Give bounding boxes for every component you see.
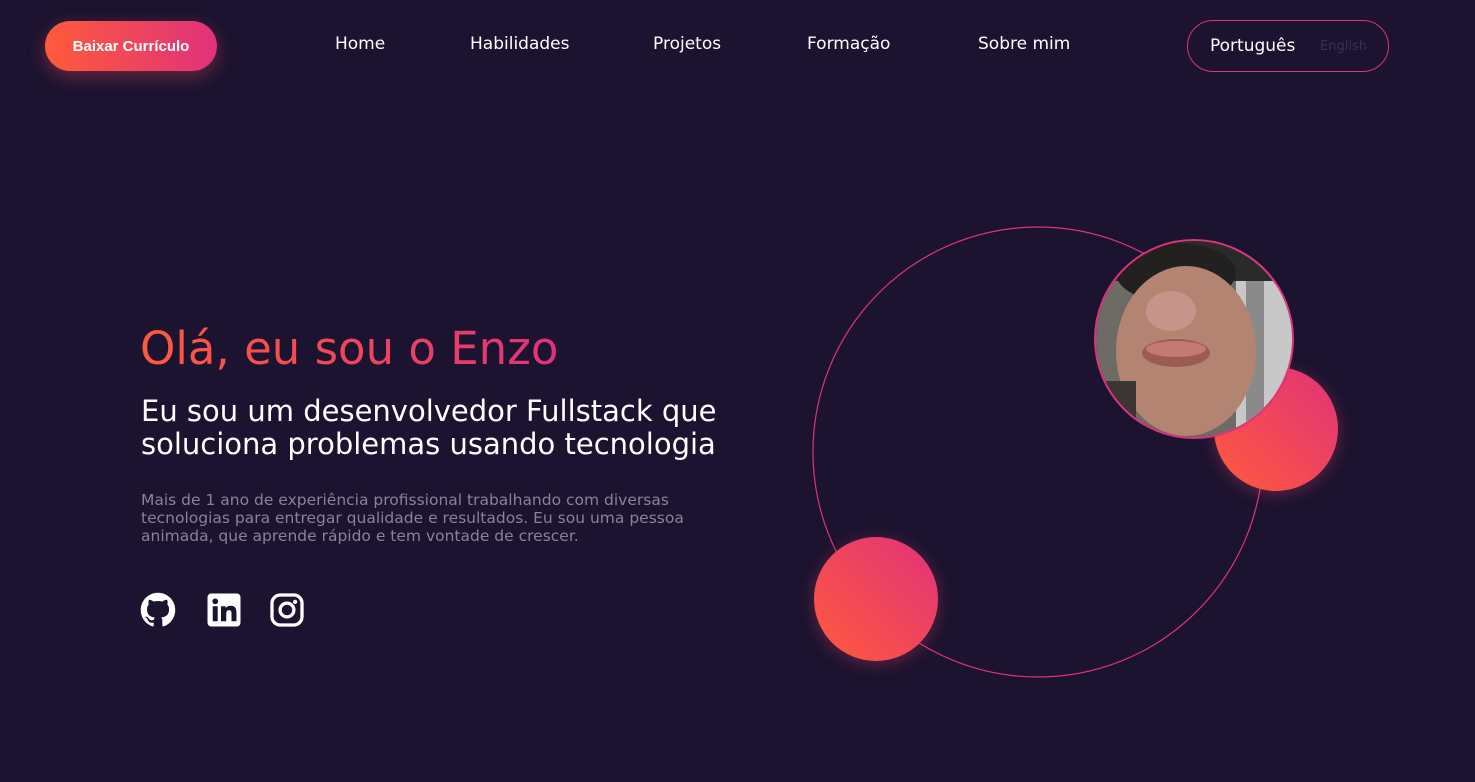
language-option-portugues[interactable]: Português xyxy=(1210,36,1295,56)
orbit-dot-bottom-left xyxy=(814,537,938,661)
language-option-english[interactable]: English xyxy=(1320,39,1367,54)
instagram-icon xyxy=(270,593,304,627)
nav-projetos[interactable]: Projetos xyxy=(653,34,721,54)
nav-sobre-mim[interactable]: Sobre mim xyxy=(978,34,1070,54)
language-toggle[interactable]: Português English xyxy=(1187,20,1389,72)
hero-title: Eu sou um desenvolvedor Fullstack que so… xyxy=(141,394,717,461)
hero-description: Mais de 1 ano de experiência profissiona… xyxy=(141,491,684,545)
linkedin-icon xyxy=(207,593,241,627)
instagram-link[interactable] xyxy=(269,592,305,628)
linkedin-link[interactable] xyxy=(206,592,242,628)
page: Baixar Currículo Home Habilidades Projet… xyxy=(0,0,1475,782)
github-icon xyxy=(140,592,176,627)
nav-home[interactable]: Home xyxy=(335,34,385,54)
nav-habilidades[interactable]: Habilidades xyxy=(470,34,569,54)
profile-photo xyxy=(1094,239,1294,439)
nav-formacao[interactable]: Formação xyxy=(807,34,890,54)
github-link[interactable] xyxy=(140,592,176,628)
hero-greeting: Olá, eu sou o Enzo xyxy=(140,322,559,375)
